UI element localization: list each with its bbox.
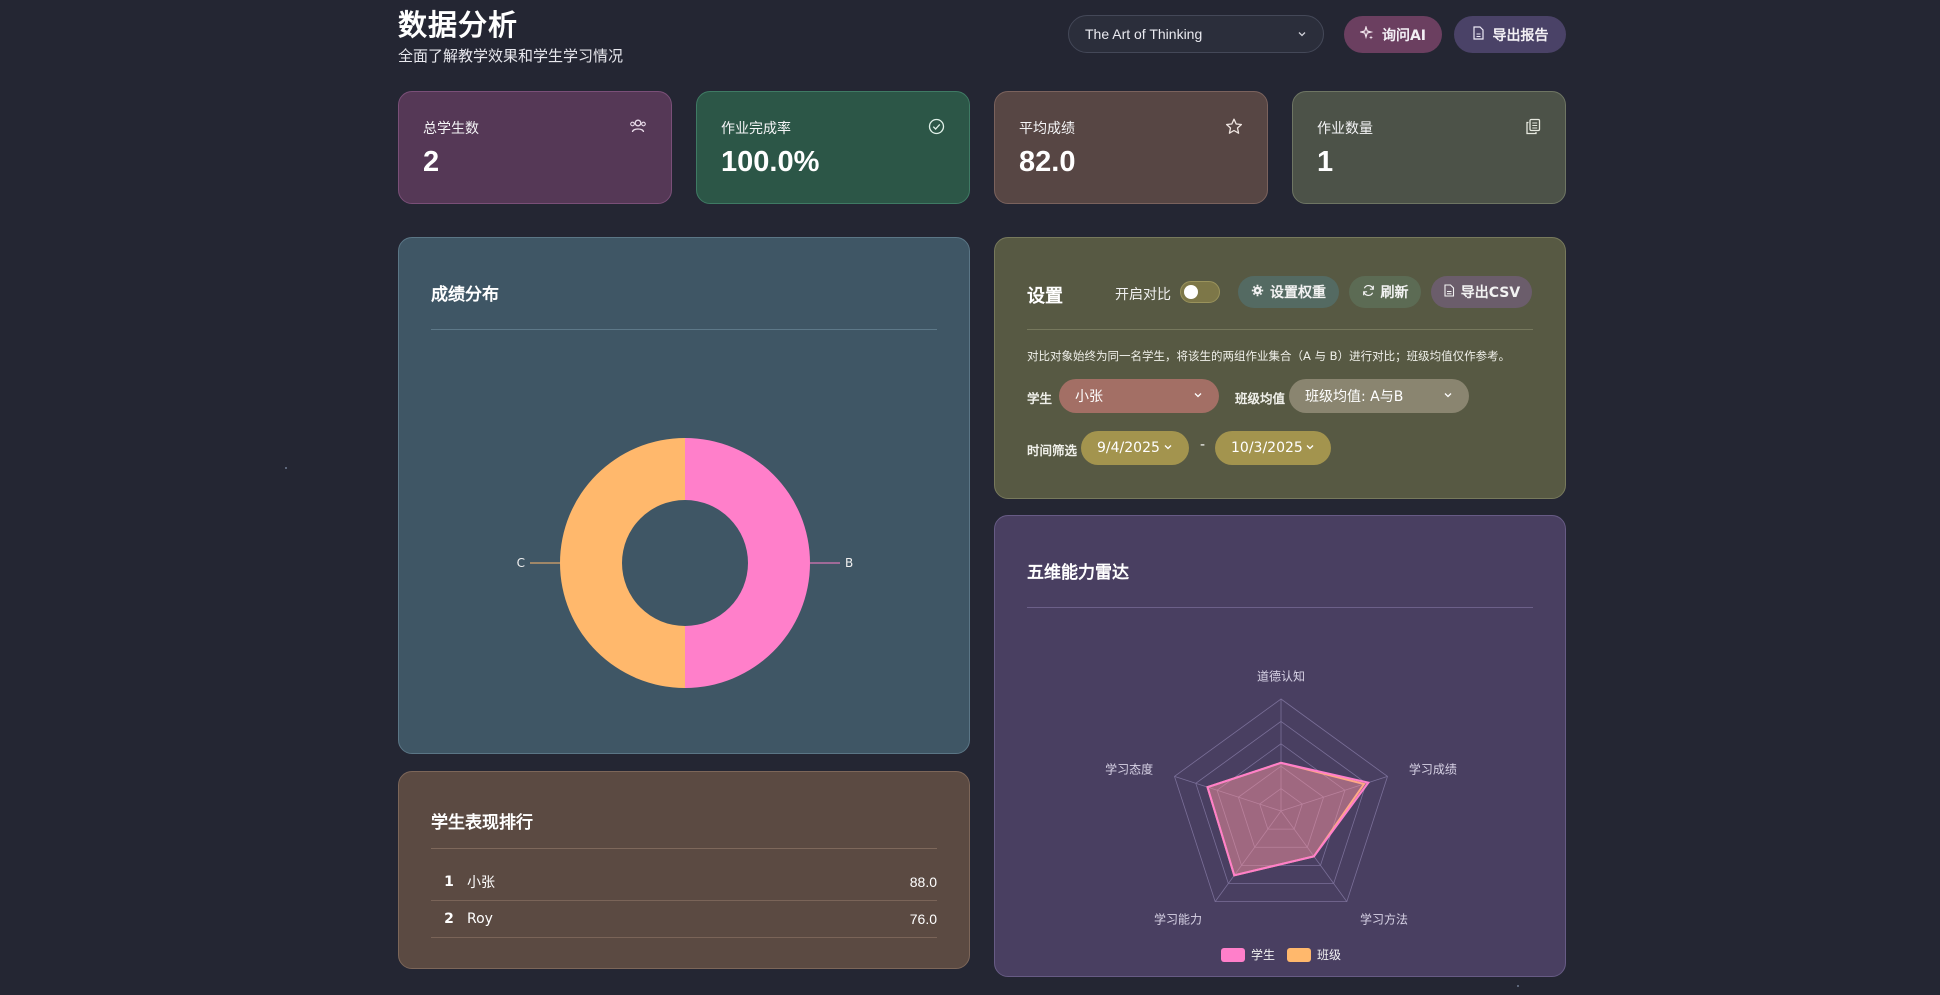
panel-divider: [1027, 607, 1533, 608]
compare-toggle-label: 开启对比: [1115, 287, 1171, 303]
radar-series-学生[interactable]: [1206, 761, 1371, 877]
check-circle-icon: [928, 118, 945, 139]
export-csv-button[interactable]: 导出CSV: [1431, 276, 1532, 308]
page-title: 数据分析: [398, 8, 519, 42]
chevron-down-icon: [1193, 388, 1203, 404]
time-filter-label: 时间筛选: [1027, 443, 1078, 458]
donut-slice-label: C: [517, 556, 525, 570]
set-weights-label: 设置权重: [1270, 285, 1326, 301]
export-report-label: 导出报告: [1492, 27, 1549, 44]
ranking-row[interactable]: 1 小张 88.0: [431, 864, 937, 901]
student-score: 88.0: [909, 874, 937, 890]
grade-distribution-panel: 成绩分布 BC: [398, 237, 970, 754]
student-label: 学生: [1027, 391, 1053, 406]
background-sparkle: [1517, 985, 1519, 987]
analytics-page: 数据分析 全面了解教学效果和学生学习情况 The Art of Thinking…: [398, 0, 1566, 995]
refresh-button[interactable]: 刷新: [1349, 276, 1421, 308]
ability-radar-panel: 五维能力雷达 道德认知学习成绩学习方法 学习能力 学习态度学生 班级: [994, 515, 1566, 977]
ranking-title: 学生表现排行: [431, 813, 533, 833]
star-icon: [1225, 118, 1243, 139]
chevron-down-icon: [1297, 26, 1307, 42]
settings-panel: 设置 开启对比 设置权重 刷新 导出CSV 对比对象始终为同一名学生，将该生的两…: [994, 237, 1566, 499]
panel-divider: [431, 848, 937, 849]
stat-value: 82.0: [1019, 146, 1076, 178]
grade-distribution-title: 成绩分布: [431, 285, 499, 305]
student-select-value: 小张: [1075, 389, 1103, 405]
radar-axis-label: 学习态度: [1105, 761, 1153, 776]
end-date-value: 10/3/2025: [1231, 440, 1303, 456]
radar-axis-label: 道德认知: [1257, 669, 1305, 684]
ask-ai-button[interactable]: 询问AI: [1344, 16, 1442, 53]
export-report-button[interactable]: 导出报告: [1454, 16, 1566, 53]
refresh-label: 刷新: [1380, 285, 1409, 301]
stat-label: 总学生数: [423, 121, 479, 137]
course-select[interactable]: The Art of Thinking: [1068, 15, 1324, 53]
donut-slice-label: B: [845, 556, 853, 570]
stat-card-completion-rate: 作业完成率 100.0%: [696, 91, 970, 204]
student-name: 小张: [467, 875, 495, 891]
set-weights-button[interactable]: 设置权重: [1238, 276, 1339, 308]
settings-divider: [1027, 329, 1533, 330]
course-select-value: The Art of Thinking: [1085, 26, 1203, 42]
compare-description: 对比对象始终为同一名学生，将该生的两组作业集合（A 与 B）进行对比；班级均值仅…: [1027, 349, 1511, 363]
compare-toggle[interactable]: [1180, 281, 1220, 303]
rank-number: 1: [444, 874, 454, 890]
ranking-row[interactable]: 2 Roy 76.0: [431, 901, 937, 938]
rank-number: 2: [444, 911, 454, 927]
stat-card-average-score: 平均成绩 82.0: [994, 91, 1268, 204]
student-select[interactable]: 小张: [1059, 379, 1219, 413]
chevron-down-icon: [1443, 388, 1453, 404]
legend-swatch: [1287, 948, 1311, 962]
grade-donut-chart: BC: [517, 438, 853, 688]
start-date-select[interactable]: 9/4/2025: [1081, 431, 1189, 465]
student-name: Roy: [467, 911, 493, 927]
chevron-down-icon: [1305, 440, 1315, 456]
donut-slice-B[interactable]: [685, 438, 810, 688]
stat-label: 作业完成率: [721, 121, 791, 137]
ability-radar-chart: 道德认知学习成绩学习方法 学习能力 学习态度学生 班级: [1105, 669, 1457, 962]
background-sparkle: [285, 467, 287, 469]
copy-icon: [1525, 118, 1541, 139]
settings-title: 设置: [1027, 286, 1063, 307]
stat-label: 平均成绩: [1019, 121, 1075, 137]
stat-label: 作业数量: [1317, 121, 1373, 137]
radar-axis-label: 学习能力: [1154, 912, 1202, 927]
start-date-value: 9/4/2025: [1097, 440, 1160, 456]
class-average-select[interactable]: 班级均值: A与B: [1289, 379, 1469, 413]
file-icon: [1472, 25, 1485, 44]
stat-value: 1: [1317, 146, 1334, 178]
radar-title: 五维能力雷达: [1027, 563, 1129, 583]
sparkles-icon: [1358, 24, 1374, 44]
ask-ai-label: 询问AI: [1381, 27, 1427, 44]
end-date-select[interactable]: 10/3/2025: [1215, 431, 1331, 465]
stat-card-assignment-count: 作业数量 1: [1292, 91, 1566, 204]
stat-value: 100.0%: [721, 146, 820, 178]
legend-label: 学生: [1251, 947, 1275, 962]
users-icon: [629, 118, 647, 138]
gear-icon: [1251, 284, 1264, 301]
toggle-knob: [1184, 285, 1198, 299]
student-ranking-panel: 学生表现排行 1 小张 88.0 2 Roy 76.0: [398, 771, 970, 969]
file-icon: [1443, 283, 1455, 301]
refresh-icon: [1362, 284, 1375, 301]
legend-swatch: [1221, 948, 1245, 962]
page-subtitle: 全面了解教学效果和学生学习情况: [398, 47, 624, 65]
class-average-select-value: 班级均值: A与B: [1305, 389, 1404, 405]
stat-card-total-students: 总学生数 2: [398, 91, 672, 204]
export-csv-label: 导出CSV: [1460, 285, 1521, 301]
radar-axis-label: 学习方法: [1360, 912, 1408, 927]
stat-value: 2: [423, 146, 440, 178]
chevron-down-icon: [1163, 440, 1173, 456]
legend-label: 班级: [1317, 948, 1341, 962]
class-average-label: 班级均值: [1235, 391, 1286, 406]
donut-slice-C[interactable]: [560, 438, 685, 688]
student-score: 76.0: [909, 911, 937, 927]
date-range-separator: -: [1200, 437, 1206, 453]
radar-axis-label: 学习成绩: [1409, 761, 1457, 776]
